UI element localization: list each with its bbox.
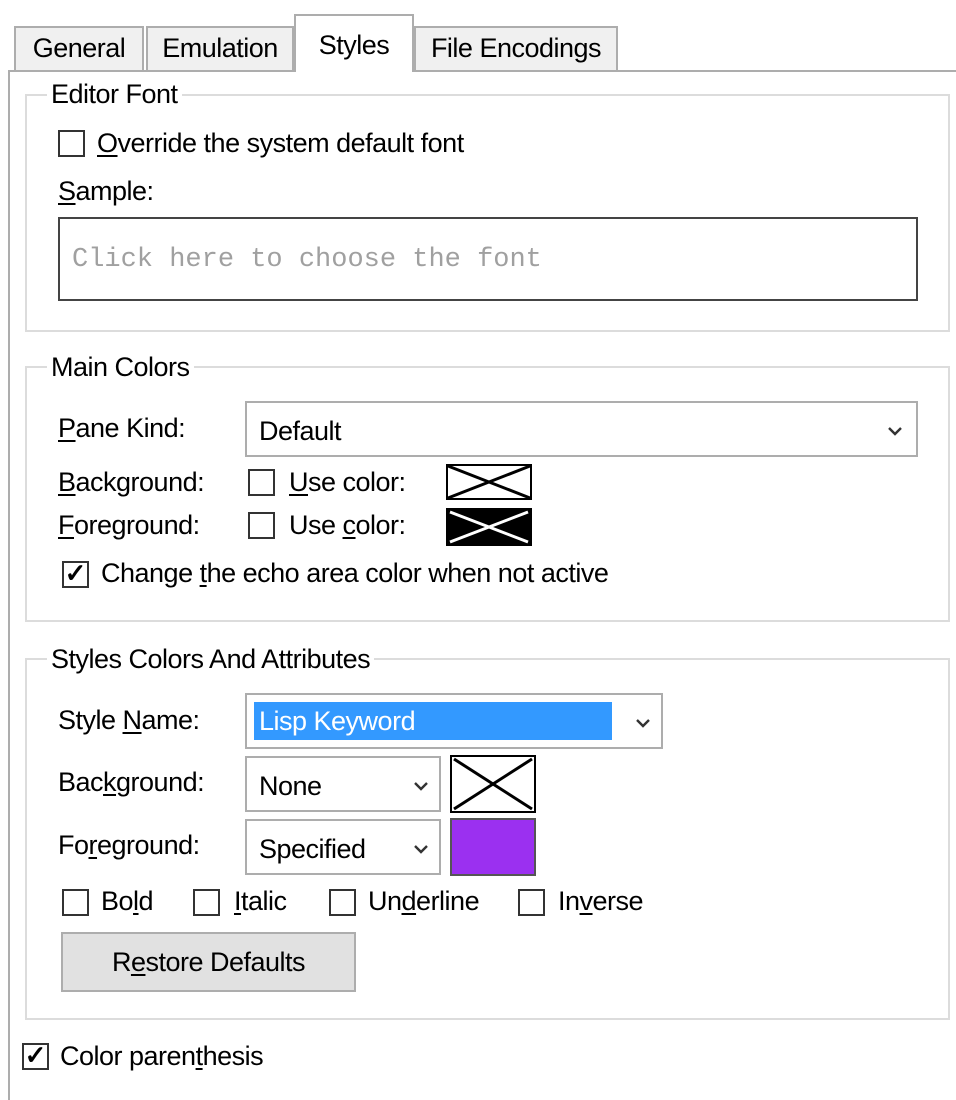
style-foreground-select[interactable]: Specified xyxy=(245,819,441,875)
bold-checkbox[interactable] xyxy=(62,889,89,916)
style-name-select[interactable]: Lisp Keyword xyxy=(245,693,663,749)
chevron-down-icon xyxy=(414,845,428,854)
style-background-swatch[interactable] xyxy=(450,755,536,813)
italic-checkbox[interactable] xyxy=(193,889,220,916)
tab-styles[interactable]: Styles xyxy=(294,14,414,72)
chevron-down-icon xyxy=(636,719,650,728)
style-foreground-swatch[interactable] xyxy=(450,818,536,876)
main-background-use-color-label[interactable]: Use color: xyxy=(289,467,406,497)
underline-label[interactable]: Underline xyxy=(368,886,480,916)
bold-label[interactable]: Bold xyxy=(101,886,154,916)
echo-area-checkbox[interactable]: ✓ xyxy=(62,558,89,588)
style-background-value: None xyxy=(259,771,322,801)
style-foreground-label: Foreground: xyxy=(58,830,200,860)
style-name-value: Lisp Keyword xyxy=(259,706,416,736)
main-foreground-swatch[interactable] xyxy=(446,508,532,546)
color-parenthesis-label[interactable]: Color parenthesis xyxy=(60,1041,264,1071)
restore-defaults-button[interactable]: Restore Defaults xyxy=(61,932,356,992)
inverse-checkbox[interactable] xyxy=(518,889,545,916)
tab-general[interactable]: General xyxy=(14,26,144,70)
chevron-down-icon xyxy=(888,427,902,436)
pane-kind-value: Default xyxy=(259,416,342,446)
underline-checkbox[interactable] xyxy=(329,889,356,916)
checkmark-icon: ✓ xyxy=(64,558,87,588)
inverse-label[interactable]: Inverse xyxy=(558,886,644,916)
styles-colors-title: Styles Colors And Attributes xyxy=(47,644,375,674)
editor-font-title: Editor Font xyxy=(47,79,182,109)
style-name-label: Style Name: xyxy=(58,705,200,735)
font-sample-box[interactable]: Click here to choose the font xyxy=(58,217,918,301)
style-background-select[interactable]: None xyxy=(245,756,441,812)
main-foreground-label: Foreground: xyxy=(58,510,200,540)
tab-emulation[interactable]: Emulation xyxy=(146,26,294,70)
checkmark-icon: ✓ xyxy=(24,1040,47,1070)
override-font-label[interactable]: Override the system default font xyxy=(97,128,464,158)
main-foreground-use-color-checkbox[interactable] xyxy=(248,512,275,539)
color-parenthesis-checkbox[interactable]: ✓ xyxy=(22,1040,49,1070)
pane-kind-label: Pane Kind: xyxy=(58,413,186,443)
override-font-checkbox[interactable] xyxy=(58,130,85,157)
pane-kind-select[interactable]: Default xyxy=(245,401,918,457)
style-background-label: Background: xyxy=(58,767,205,797)
main-background-use-color-checkbox[interactable] xyxy=(248,469,275,496)
main-background-label: Background: xyxy=(58,467,205,497)
echo-area-label[interactable]: Change the echo area color when not acti… xyxy=(101,558,609,588)
tab-file-encodings[interactable]: File Encodings xyxy=(414,26,618,70)
italic-label[interactable]: Italic xyxy=(234,886,287,916)
sample-label: Sample: xyxy=(58,176,154,206)
style-foreground-value: Specified xyxy=(259,834,366,864)
chevron-down-icon xyxy=(414,782,428,791)
main-foreground-use-color-label[interactable]: Use color: xyxy=(289,510,406,540)
main-background-swatch[interactable] xyxy=(446,464,532,500)
main-colors-title: Main Colors xyxy=(47,352,194,382)
